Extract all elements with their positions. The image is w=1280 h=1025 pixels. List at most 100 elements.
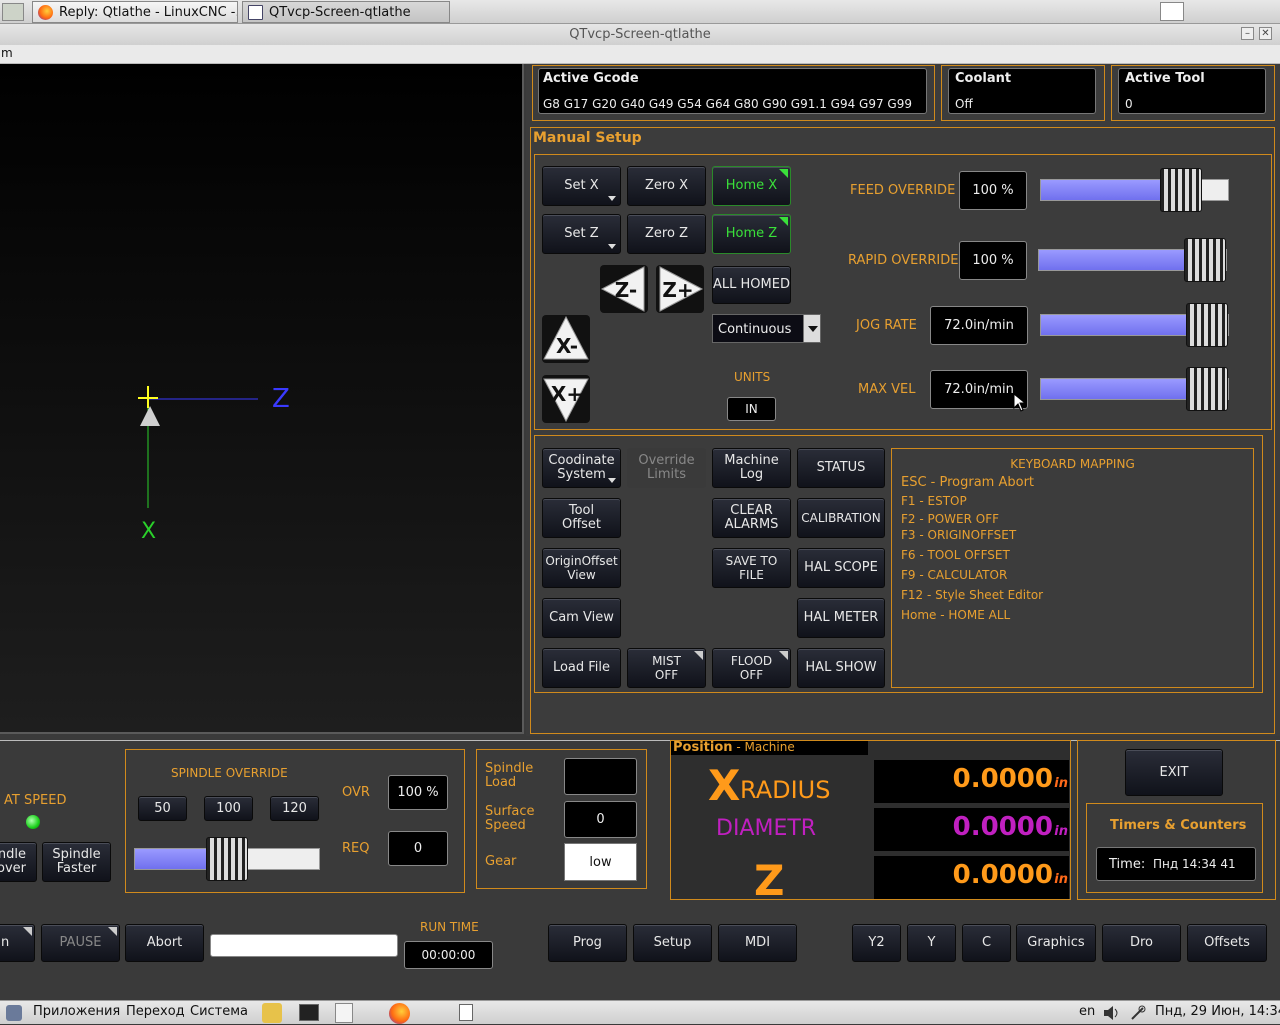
gear-value[interactable]: low [564,843,637,881]
jog-z-plus-button[interactable]: Z+ [656,265,704,313]
z-minus-icon: Z- [600,265,648,313]
clock[interactable]: Пнд, 29 Июн, 14:34 [1155,1004,1280,1019]
machine-log-button[interactable]: Machine Log [712,448,791,488]
dro-z-unit: in [1054,872,1068,887]
linuxcnc-launcher-icon[interactable] [262,1003,282,1023]
rapid-override-label: RAPID OVERRIDE [848,253,959,268]
hal-scope-button[interactable]: HAL SCOPE [797,548,885,588]
trash-icon[interactable] [459,1004,473,1021]
run-time-value: 00:00:00 [404,941,493,969]
keyboard-layout[interactable]: en [1079,1004,1095,1019]
terminal-icon[interactable] [299,1004,319,1021]
workspace-switcher[interactable] [1160,2,1184,21]
clear-alarms-button[interactable]: CLEAR ALARMS [712,498,791,538]
position-title-bar: Position - Machine [671,741,868,755]
tab-mdi[interactable]: MDI [718,924,797,962]
active-tool-value: 0 [1125,97,1133,111]
tool-offset-button[interactable]: Tool Offset [542,498,621,538]
coordinate-system-button[interactable]: Coodinate System [542,448,621,488]
jog-rate-slider[interactable] [1040,303,1229,347]
close-icon[interactable]: ✕ [1259,27,1272,40]
keymap-item: F3 - ORIGINOFFSET [901,528,1017,542]
slider-handle[interactable] [1186,367,1228,411]
dro-diameter-value: 0.0000 [952,812,1053,842]
slider-handle[interactable] [1184,238,1226,282]
spindle-slower-button[interactable]: ndle over [0,842,37,882]
dro-z-value: 0.0000 [952,860,1053,890]
units-value[interactable]: IN [727,397,776,421]
jog-mode-select[interactable]: Continuous [712,314,821,343]
mist-off-button[interactable]: MIST OFF [627,648,706,688]
feed-override-slider[interactable] [1040,168,1229,212]
menu-item-fragment[interactable]: m [1,46,13,60]
network-icon[interactable] [1130,1005,1146,1021]
keymap-item: Home - HOME ALL [901,608,1011,622]
indicator-icon [23,927,32,936]
volume-icon[interactable] [1103,1005,1121,1021]
coolant-panel: Coolant Off [941,65,1105,121]
calibration-button[interactable]: CALIBRATION [797,498,885,538]
jog-x-plus-button[interactable]: X+ [542,375,590,423]
hal-meter-button[interactable]: HAL METER [797,598,885,638]
indicator-icon [694,651,703,660]
home-z-button[interactable]: Home Z [712,214,791,254]
chevron-down-icon[interactable] [803,315,820,342]
minimize-icon[interactable]: – [1241,27,1254,40]
save-to-file-button[interactable]: SAVE TO FILE [712,548,791,588]
jog-z-minus-button[interactable]: Z- [600,265,648,313]
jog-x-minus-button[interactable]: X- [542,315,590,363]
set-z-button[interactable]: Set Z [542,214,621,254]
home-x-button[interactable]: Home X [712,166,791,206]
tab-c[interactable]: C [962,924,1011,962]
app-menu-icon[interactable] [2,3,24,21]
home-z-label: Home Z [725,226,778,241]
tab-dro[interactable]: Dro [1102,924,1181,962]
menu-go[interactable]: Переход [126,1004,185,1019]
tab-graphics[interactable]: Graphics [1016,924,1096,962]
indicator-icon [779,217,788,226]
zero-z-label: Zero Z [645,226,688,241]
slider-handle[interactable] [1186,303,1228,347]
menu-applications[interactable]: Приложения [33,1004,120,1019]
set-x-button[interactable]: Set X [542,166,621,206]
dro-x-unit: in [1054,776,1068,791]
tab-label: Y2 [868,935,885,950]
text-editor-icon[interactable] [335,1003,353,1023]
menu-system[interactable]: Система [190,1004,248,1019]
keymap-item: F2 - POWER OFF [901,512,1000,526]
all-homed-button[interactable]: ALL HOMED [712,266,791,304]
exit-button[interactable]: EXIT [1125,749,1223,796]
spindle-override-slider[interactable] [134,837,320,881]
run-button[interactable]: n [0,924,35,962]
override-limits-button[interactable]: Override Limits [627,448,706,488]
tab-offsets[interactable]: Offsets [1187,924,1267,962]
active-tool-label: Active Tool [1125,71,1205,86]
slider-handle[interactable] [206,837,248,881]
spindle-preset-120-button[interactable]: 120 [270,796,319,821]
tab-y[interactable]: Y [907,924,956,962]
zero-x-button[interactable]: Zero X [627,166,706,206]
graphics-view[interactable]: Z X [0,64,524,734]
status-button[interactable]: STATUS [797,448,885,488]
taskbar-tab-qtvcp[interactable]: QTvcp-Screen-qtlathe [242,1,450,23]
cam-view-button[interactable]: Cam View [542,598,621,638]
spindle-preset-50-button[interactable]: 50 [138,796,187,821]
origin-offset-view-button[interactable]: OriginOffset View [542,548,621,588]
zero-z-button[interactable]: Zero Z [627,214,706,254]
abort-button[interactable]: Abort [125,924,204,962]
tab-y2[interactable]: Y2 [852,924,901,962]
firefox-icon[interactable] [389,1003,410,1024]
rapid-override-slider[interactable] [1038,238,1227,282]
hal-show-button[interactable]: HAL SHOW [797,648,885,688]
spindle-preset-100-button[interactable]: 100 [204,796,253,821]
tab-prog[interactable]: Prog [548,924,627,962]
menu-bar[interactable]: m [0,45,1280,64]
flood-off-button[interactable]: FLOOD OFF [712,648,791,688]
slider-handle[interactable] [1160,168,1203,212]
taskbar-tab-firefox[interactable]: Reply: Qtlathe - LinuxCNC -... [32,1,238,23]
tab-setup[interactable]: Setup [633,924,712,962]
max-vel-slider[interactable] [1040,367,1229,411]
pause-button[interactable]: PAUSE [41,924,120,962]
spindle-faster-button[interactable]: Spindle Faster [42,842,111,882]
load-file-button[interactable]: Load File [542,648,621,688]
